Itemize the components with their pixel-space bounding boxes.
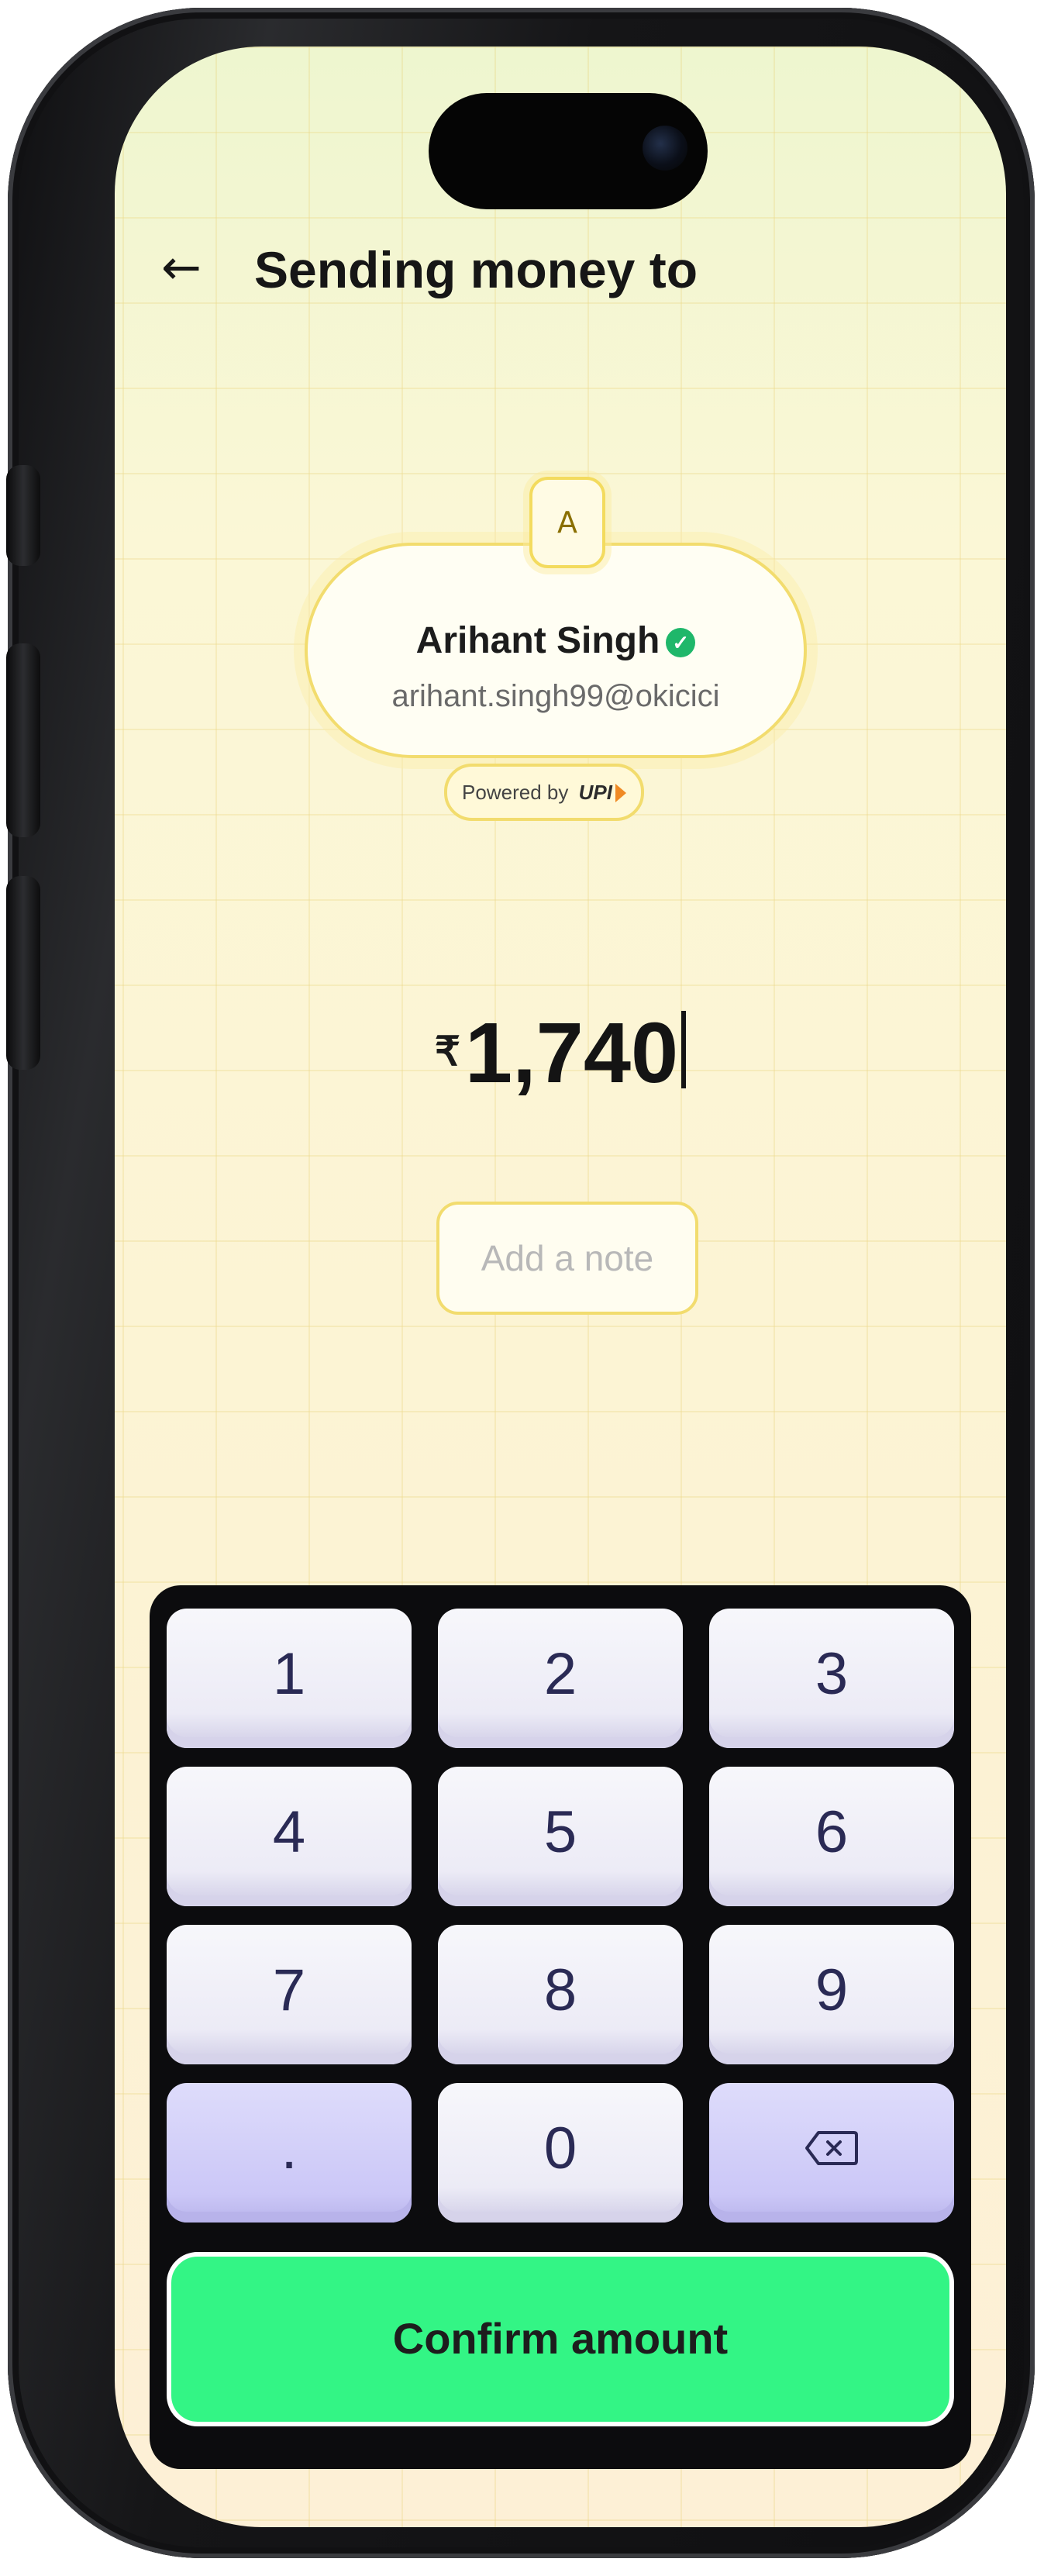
recipient-name-row: Arihant Singh ✓: [308, 619, 804, 662]
text-caret: [681, 1011, 687, 1088]
arrow-left-icon: ←: [161, 239, 202, 295]
volume-down-button: [6, 876, 40, 1070]
page-title: Sending money to: [254, 241, 698, 298]
phone-mockup: ← Sending money to Arihant Singh ✓ arihan…: [0, 0, 1044, 2576]
amount-display[interactable]: ₹1,740: [115, 1004, 1006, 1102]
currency-symbol: ₹: [434, 1029, 460, 1074]
recipient-upi-id: arihant.singh99@okicici: [391, 679, 720, 713]
dynamic-island: [429, 93, 708, 209]
recipient-name: Arihant Singh: [415, 620, 660, 661]
key-2[interactable]: 2: [438, 1609, 683, 1748]
amount-value: 1,740: [464, 1005, 679, 1101]
avatar: A: [529, 477, 605, 568]
confirm-amount-button[interactable]: Confirm amount: [167, 2252, 954, 2426]
numeric-keypad: 1 2 3 4 5 6 7 8 9 . 0 Confirm amount: [150, 1585, 971, 2469]
upi-logo-icon: [615, 784, 626, 802]
key-9[interactable]: 9: [709, 1925, 954, 2064]
backspace-icon: [805, 2131, 858, 2165]
powered-by-label: Powered by: [462, 781, 569, 804]
front-camera: [643, 126, 687, 171]
key-3[interactable]: 3: [709, 1609, 954, 1748]
key-4[interactable]: 4: [167, 1767, 412, 1906]
powered-by-upi-badge: Powered by UPI: [444, 764, 644, 821]
add-note-button[interactable]: Add a note: [436, 1202, 698, 1315]
recipient-card: Arihant Singh ✓ arihant.singh99@okicici: [305, 543, 807, 758]
action-button: [6, 465, 40, 566]
key-6[interactable]: 6: [709, 1767, 954, 1906]
verified-check-icon: ✓: [666, 628, 696, 657]
volume-up-button: [6, 643, 40, 837]
app-screen: ← Sending money to Arihant Singh ✓ arihan…: [115, 47, 1006, 2527]
key-0[interactable]: 0: [438, 2083, 683, 2223]
key-1[interactable]: 1: [167, 1609, 412, 1748]
key-decimal[interactable]: .: [167, 2083, 412, 2223]
key-7[interactable]: 7: [167, 1925, 412, 2064]
key-5[interactable]: 5: [438, 1767, 683, 1906]
keypad-grid: 1 2 3 4 5 6 7 8 9 . 0: [167, 1609, 954, 2223]
upi-logo: UPI: [578, 781, 612, 804]
key-8[interactable]: 8: [438, 1925, 683, 2064]
back-button[interactable]: ←: [161, 240, 215, 295]
backspace-key[interactable]: [709, 2083, 954, 2223]
